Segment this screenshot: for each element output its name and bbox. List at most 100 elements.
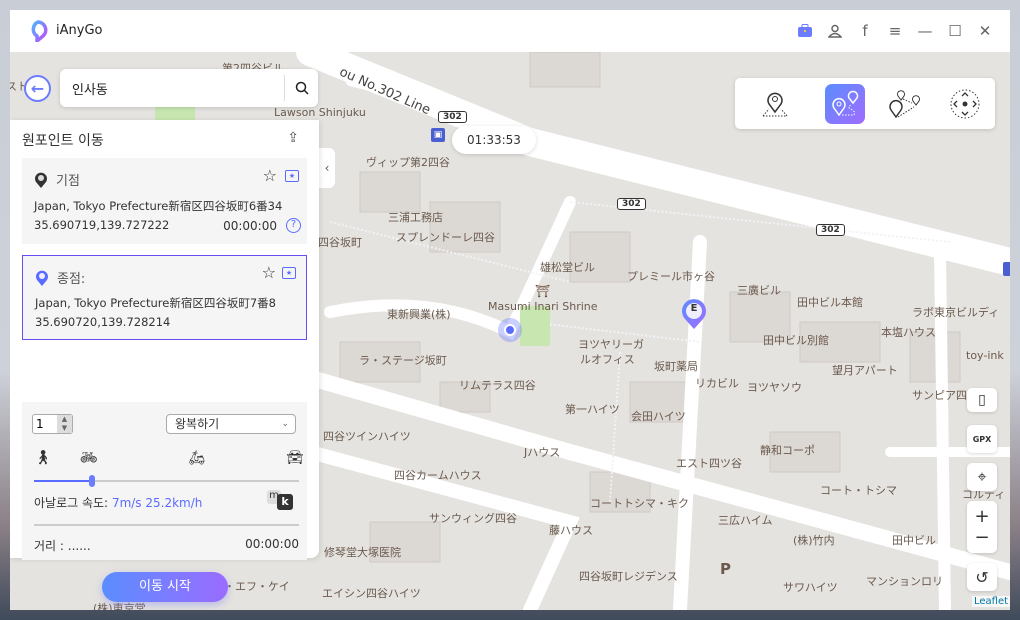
end-point-card[interactable]: 종점: ☆ ★ Japan, Tokyo Prefecture新宿区四谷坂町7番… [22, 255, 307, 340]
saved-folder-icon[interactable]: ★ [282, 267, 296, 279]
start-time: 00:00:00 [223, 219, 277, 233]
repeat-count-stepper[interactable]: 1 ▲ ▼ [32, 414, 73, 434]
scooter-icon[interactable]: 🛵︎ [188, 450, 206, 466]
route-mode-button[interactable] [885, 84, 925, 124]
map-label: Jハウス [524, 446, 561, 459]
map-label: 田中ビル [892, 534, 936, 547]
start-address: Japan, Tokyo Prefecture新宿区四谷坂町6番34 [34, 199, 283, 213]
teleport-mode-button[interactable] [755, 84, 795, 124]
trip-mode-value: 왕복하기 [175, 417, 220, 431]
device-toggle-button[interactable]: ▯ [967, 388, 997, 412]
start-point-card: 기점 ☆ ★ Japan, Tokyo Prefecture新宿区四谷坂町6番3… [22, 158, 307, 244]
speed-slider-handle[interactable] [89, 475, 96, 487]
map-label: 坂町薬局 [654, 360, 698, 373]
map-label: 第一ハイツ [565, 403, 620, 416]
map-label: 修琴堂大塚医院 [324, 546, 401, 559]
saved-folder-icon[interactable]: ★ [285, 170, 299, 182]
route-shield: 302 [438, 111, 467, 123]
chevron-left-icon: ‹ [324, 161, 330, 175]
end-coords: 35.690720,139.728214 [35, 315, 171, 329]
briefcase-icon[interactable] [790, 20, 820, 42]
joystick-icon [950, 89, 980, 119]
map-label: (株)竹内 [793, 534, 835, 547]
collapse-panel-button[interactable]: ‹ [319, 148, 335, 188]
map-label: ヴィップ第2四谷 [366, 156, 450, 169]
title-bar: iAnyGo f ≡ — ☐ ✕ [10, 10, 1010, 52]
app-title: iAnyGo [56, 23, 103, 38]
mode-toolbar [735, 78, 995, 129]
map-label: コートトシマ・キク [590, 497, 689, 510]
map-label: Masumi Inari Shrine [488, 300, 598, 313]
map-label: ラ・ステージ坂町 [359, 354, 447, 367]
map-label: マンションロリ [866, 575, 943, 588]
favorite-star-icon[interactable]: ☆ [262, 263, 276, 282]
movement-settings: 1 ▲ ▼ 왕복하기 ⌄ 🚶︎ 🚲︎ 🛵︎ 🚘︎ 아날로그 속도: 7m/s 25.2… [22, 402, 307, 560]
repeat-count-value: 1 [36, 417, 44, 431]
shrine-icon: ⛩ [535, 284, 551, 298]
distance-time: 00:00:00 [245, 537, 299, 551]
map-label: サワハイツ [783, 581, 838, 594]
bicycle-icon[interactable]: 🚲︎ [80, 450, 98, 466]
speed-slider[interactable] [34, 475, 299, 487]
speed-readout: 아날로그 속도: 7m/s 25.2km/h [34, 494, 202, 511]
walk-icon[interactable]: 🚶︎ [34, 450, 52, 466]
start-move-button[interactable]: 이동 시작 [102, 572, 228, 602]
map-label: ルオフィス [580, 353, 635, 366]
trip-mode-select[interactable]: 왕복하기 ⌄ [166, 414, 296, 434]
maximize-icon[interactable]: ☐ [940, 20, 970, 42]
map-label: 雄松堂ビル [540, 261, 595, 274]
current-location-marker[interactable] [498, 318, 522, 342]
map-label: toy-ink [966, 349, 1004, 362]
map-label: 田中ビル本館 [797, 296, 863, 309]
leaflet-attribution[interactable]: Leaflet [972, 596, 1010, 607]
unit-k[interactable]: k [277, 494, 293, 510]
search-input[interactable] [72, 80, 272, 96]
map[interactable]: ou No.302 Line 302 302 302 ▣ Lawson Shin… [10, 52, 1010, 610]
zoom-control: + − [967, 501, 997, 553]
favorite-star-icon[interactable]: ☆ [263, 166, 277, 185]
map-label: 三広ハイム [718, 514, 773, 527]
multi-spot-mode-button[interactable] [825, 84, 865, 124]
map-label: リカビル [695, 377, 739, 390]
map-label: 望月アパート [832, 364, 898, 377]
gpx-button[interactable]: GPX [967, 425, 997, 453]
start-pin-icon [35, 172, 47, 188]
multi-spot-icon [832, 90, 859, 117]
minimize-icon[interactable]: — [910, 20, 940, 42]
map-label: 本塩ハウス [881, 326, 936, 339]
back-button[interactable]: ← [24, 75, 51, 102]
share-icon[interactable]: ⇪ [287, 130, 299, 146]
bus-stop-icon: ▣ [431, 128, 445, 142]
map-label: ヨツヤソウ [747, 381, 802, 394]
user-icon[interactable] [820, 20, 850, 42]
reset-button[interactable]: ↺ [967, 563, 997, 591]
route-icon [889, 90, 920, 119]
device-icon: ▯ [978, 392, 986, 408]
unit-toggle[interactable]: mk [267, 490, 295, 510]
help-icon[interactable]: ? [286, 218, 301, 233]
timer-badge: 01:33:53 [452, 126, 536, 154]
menu-icon[interactable]: ≡ [880, 20, 910, 42]
close-icon[interactable]: ✕ [970, 20, 1000, 42]
map-label: ラボ東京ビルディ [912, 306, 1000, 319]
start-coords: 35.690719,139.727222 [34, 218, 170, 232]
map-label: エスト四ツ谷 [676, 457, 742, 470]
panel-title: 원포인트 이동 [22, 133, 104, 149]
bus-stop-icon [1003, 262, 1010, 276]
facebook-icon[interactable]: f [850, 20, 880, 42]
search-button[interactable] [284, 75, 318, 101]
map-label: 会田ハイツ [631, 410, 686, 423]
map-label: 田中ビル別館 [763, 334, 829, 347]
car-icon[interactable]: 🚘︎ [286, 450, 304, 466]
map-label: 四谷坂町レジデンス [579, 570, 678, 583]
waypoint-panel: 원포인트 이동 ⇪ 기점 ☆ ★ Japan, Tokyo Prefecture… [10, 120, 319, 602]
end-point-marker[interactable]: E [681, 298, 707, 330]
map-label: 四谷坂町 [318, 236, 362, 249]
stepper-arrows-icon[interactable]: ▲ ▼ [57, 415, 72, 433]
zoom-out-button[interactable]: − [974, 527, 989, 548]
map-label: 東新興業(株) [387, 308, 451, 321]
chevron-down-icon: ⌄ [281, 419, 289, 429]
locate-button[interactable]: ⌖ [967, 463, 997, 491]
zoom-in-button[interactable]: + [974, 506, 989, 527]
joystick-mode-button[interactable] [945, 84, 985, 124]
